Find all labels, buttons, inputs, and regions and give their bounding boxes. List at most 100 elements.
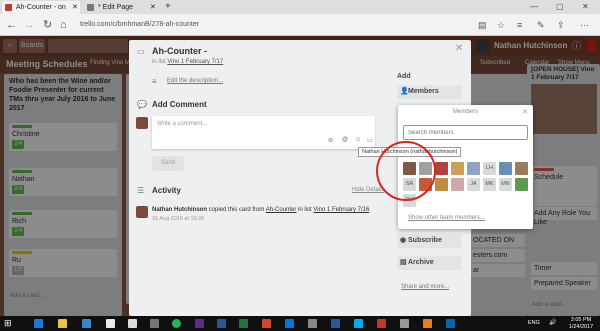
- spotify-icon[interactable]: [172, 319, 181, 328]
- comment-input[interactable]: Write a comment... ⊘ @ ☺ ▭: [152, 116, 375, 149]
- close-window-icon[interactable]: ✕: [582, 0, 589, 13]
- tab-title: * Edit Page: [98, 4, 134, 11]
- skype-icon[interactable]: [354, 319, 363, 328]
- member-avatar[interactable]: [435, 162, 448, 175]
- word-icon[interactable]: [217, 319, 226, 328]
- excel-icon[interactable]: [239, 319, 248, 328]
- address-bar-row: ← → ↻ ⌂ trello.com/c/bmhmanB/278-ah-coun…: [0, 14, 600, 36]
- onenote-icon[interactable]: [195, 319, 204, 328]
- archive-button[interactable]: ▤ Archive: [397, 256, 462, 270]
- clock-date: 1/24/2017: [568, 323, 594, 330]
- member-avatar[interactable]: [435, 178, 448, 191]
- amazon-icon[interactable]: [128, 319, 137, 328]
- close-tab-icon[interactable]: ✕: [150, 1, 156, 15]
- member-avatar[interactable]: [451, 162, 464, 175]
- more-icon[interactable]: ⋯: [580, 18, 589, 32]
- member-avatar[interactable]: [451, 178, 464, 191]
- member-avatar[interactable]: LH: [483, 162, 496, 175]
- activity-icon: ☰: [137, 186, 145, 195]
- comment-icon: 💬: [137, 100, 147, 109]
- activity-mid: in list: [296, 207, 314, 213]
- member-avatar[interactable]: MN: [499, 178, 512, 191]
- add-heading: Add: [397, 73, 411, 80]
- activity-action: copied this card from: [207, 207, 266, 213]
- search-members-input[interactable]: [403, 125, 528, 140]
- app-icon[interactable]: [423, 319, 432, 328]
- forward-icon[interactable]: →: [24, 18, 35, 32]
- in-list-link[interactable]: Vino 1 February 7/17: [167, 59, 223, 65]
- card-icon: ▭: [137, 47, 145, 56]
- member-avatar[interactable]: MK: [483, 178, 496, 191]
- outlook-icon[interactable]: [285, 319, 294, 328]
- description-icon: ≡: [152, 77, 157, 86]
- activity-list-link[interactable]: Vino 1 February 7/16: [313, 207, 369, 213]
- app-icon[interactable]: [150, 319, 159, 328]
- close-icon[interactable]: ✕: [455, 43, 463, 54]
- activity-entry: Nathan Hutchinson copied this card from …: [152, 206, 382, 224]
- app-icon[interactable]: [446, 319, 455, 328]
- browser-tab-bar: Ah-Counter - on Meet ✕ * Edit Page ✕ + —…: [0, 0, 600, 24]
- new-tab-icon[interactable]: +: [165, 0, 171, 13]
- trello-favicon-icon: [5, 4, 12, 11]
- popover-title: Members: [452, 109, 478, 115]
- attachment-icon[interactable]: ⊘: [328, 137, 333, 144]
- member-avatar[interactable]: [467, 162, 480, 175]
- member-avatar[interactable]: JA: [467, 178, 480, 191]
- share-and-more-link[interactable]: Share and more...: [401, 284, 449, 290]
- eye-icon: ◉: [400, 237, 407, 244]
- powerpoint-icon[interactable]: [262, 319, 271, 328]
- chrome-icon[interactable]: [106, 319, 115, 328]
- app-icon[interactable]: [308, 319, 317, 328]
- edge-icon[interactable]: [34, 319, 43, 328]
- button-label: Members: [408, 88, 439, 95]
- activity-source-link[interactable]: Ah-Counter: [266, 207, 297, 213]
- browser-tab[interactable]: * Edit Page ✕: [84, 1, 160, 14]
- card-link-icon[interactable]: ▭: [367, 137, 373, 144]
- refresh-icon[interactable]: ↻: [43, 18, 52, 32]
- avatar: [136, 117, 148, 129]
- app-icon[interactable]: [377, 319, 386, 328]
- minimize-window-icon[interactable]: —: [530, 0, 538, 13]
- member-avatar[interactable]: [515, 178, 528, 191]
- person-icon: 👤: [400, 88, 409, 95]
- activity-user[interactable]: Nathan Hutchinson: [152, 207, 207, 213]
- system-clock[interactable]: 3:05 PM 1/24/2017: [564, 317, 598, 330]
- browser-tab-active[interactable]: Ah-Counter - on Meet ✕: [2, 1, 80, 24]
- store-icon[interactable]: [82, 319, 91, 328]
- file-explorer-icon[interactable]: [58, 319, 67, 328]
- mention-icon[interactable]: @: [342, 137, 348, 143]
- button-label: Archive: [408, 259, 434, 266]
- send-button[interactable]: Send: [152, 156, 184, 171]
- back-icon[interactable]: ←: [6, 18, 17, 32]
- maximize-window-icon[interactable]: ▢: [556, 0, 564, 13]
- volume-icon[interactable]: 🔊: [549, 319, 556, 326]
- subscribe-button[interactable]: ◉ Subscribe: [397, 234, 462, 248]
- card-title-heading[interactable]: Ah-Counter -: [152, 46, 207, 56]
- favorites-star-icon[interactable]: ☆: [497, 18, 505, 32]
- edit-description-link[interactable]: Edit the description...: [167, 78, 223, 84]
- member-avatar[interactable]: [515, 162, 528, 175]
- archive-icon: ▤: [400, 259, 407, 266]
- home-icon[interactable]: ⌂: [60, 18, 67, 32]
- word-icon[interactable]: [331, 319, 340, 328]
- url-field[interactable]: trello.com/c/bmhmanB/278-ah-counter: [80, 19, 199, 31]
- web-note-icon[interactable]: ✎: [537, 18, 545, 32]
- reading-view-icon[interactable]: ▤: [478, 18, 487, 32]
- windows-start-icon[interactable]: ⊞: [4, 318, 12, 329]
- hub-icon[interactable]: ≡: [517, 18, 522, 32]
- annotation-circle: [376, 141, 436, 201]
- windows-taskbar: ⊞ ENG 🔊 3:05 PM 1/24/2017: [0, 316, 600, 331]
- emoji-icon[interactable]: ☺: [355, 137, 361, 143]
- language-indicator[interactable]: ENG: [528, 320, 540, 326]
- app-icon[interactable]: [400, 319, 409, 328]
- member-avatar[interactable]: [499, 162, 512, 175]
- members-button[interactable]: 👤 Members: [397, 85, 462, 99]
- show-other-members-link[interactable]: Show other team members...: [408, 215, 485, 221]
- close-icon[interactable]: ✕: [522, 108, 528, 116]
- comment-placeholder: Write a comment...: [157, 121, 208, 127]
- share-icon[interactable]: ⇪: [557, 18, 565, 32]
- activity-heading: Activity: [152, 186, 181, 195]
- hide-details-link[interactable]: Hide Details: [352, 187, 384, 193]
- close-tab-icon[interactable]: ✕: [72, 1, 78, 15]
- activity-time[interactable]: 15 Aug 2016 at 15:26: [152, 216, 204, 222]
